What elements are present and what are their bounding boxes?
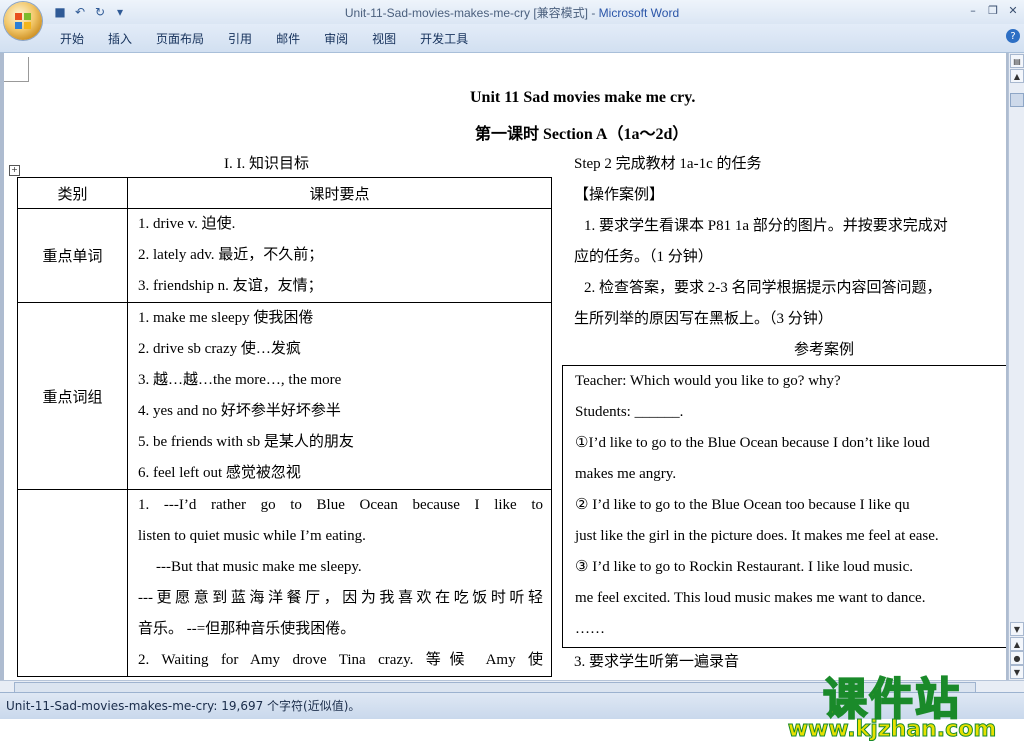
ruler-toggle-icon[interactable]: ▤ (1010, 54, 1024, 68)
row-points: 1. make me sleepy 使我困倦 2. drive sb crazy… (127, 302, 552, 490)
tab-home[interactable]: 开始 (50, 30, 94, 47)
list-item: 5. be friends with sb 是某人的朋友 (138, 434, 354, 450)
knowledge-table: 类别 课时要点 重点单词 1. drive v. 迫使. 2. lately a… (17, 177, 552, 677)
list-item: 2. Waiting for Amy drove Tina crazy. 等候 … (138, 652, 543, 668)
row-points: 1. drive v. 迫使. 2. lately adv. 最近，不久前； 3… (127, 208, 552, 303)
header-points: 课时要点 (127, 177, 552, 209)
step-line: 1. 要求学生看课本 P81 1a 部分的图片。并按要求完成对 (584, 218, 948, 234)
help-icon[interactable]: ? (1006, 29, 1020, 43)
vertical-scrollbar[interactable]: ▤ ▲ ▼ ▲ ● ▼ (1008, 53, 1024, 680)
dialogue-line: me feel excited. This loud music makes m… (575, 590, 926, 606)
step2-heading: Step 2 完成教材 1a-1c 的任务 (574, 156, 762, 172)
status-text: Unit-11-Sad-movies-makes-me-cry: 19,697 … (6, 699, 361, 713)
list-item: 1. make me sleepy 使我困倦 (138, 310, 314, 326)
list-item: ---But that music make me sleepy. (156, 559, 362, 575)
list-item: 3. friendship n. 友谊，友情； (138, 278, 323, 294)
list-item: 1. drive v. 迫使. (138, 216, 236, 232)
row-points: 1. ---I’d rather go to Blue Ocean becaus… (127, 489, 552, 677)
restore-icon[interactable]: ❐ (986, 2, 1000, 18)
list-item: 3. 越…越…the more…, the more (138, 372, 342, 388)
document-workspace: Unit 11 Sad movies make me cry. 第一课时 Sec… (0, 53, 1024, 743)
dialogue-line: ①I’d like to go to the Blue Ocean becaus… (575, 435, 930, 451)
step-line: 3. 要求学生听第一遍录音 (574, 654, 740, 670)
case-heading: 【操作案例】 (574, 187, 665, 203)
watermark: 课件站 www.kjzhan.com (772, 663, 1012, 745)
step-line: 生所列举的原因写在黑板上。（3 分钟） (574, 311, 833, 327)
scroll-down-icon[interactable]: ▼ (1010, 622, 1024, 636)
document-page[interactable]: Unit 11 Sad movies make me cry. 第一课时 Sec… (4, 53, 1006, 680)
list-item: 音乐。 --=但那种音乐使我困倦。 (138, 621, 356, 637)
dialogue-line: Teacher: Which would you like to go? why… (575, 373, 841, 389)
minimize-icon[interactable]: – (966, 2, 980, 18)
lesson-steps: Step 2 完成教材 1a-1c 的任务 【操作案例】 1. 要求学生看课本 … (574, 149, 1006, 366)
dialogue-line: makes me angry. (575, 466, 677, 482)
scroll-up-icon[interactable]: ▲ (1010, 69, 1024, 83)
list-item: listen to quiet music while I’m eating. (138, 528, 366, 544)
dialogue-line: just like the girl in the picture does. … (575, 528, 939, 544)
watermark-url: www.kjzhan.com (787, 717, 997, 743)
tab-insert[interactable]: 插入 (98, 30, 142, 47)
row-category (17, 489, 128, 677)
knowledge-heading: I. I. 知识目标 (224, 156, 309, 172)
list-item: 4. yes and no 好坏参半好坏参半 (138, 403, 341, 419)
tab-page-layout[interactable]: 页面布局 (146, 30, 214, 47)
window-title: Unit-11-Sad-movies-makes-me-cry [兼容模式] -… (344, 6, 680, 20)
next-page-icon[interactable]: ▼ (1010, 665, 1024, 679)
ribbon: 开始 插入 页面布局 引用 邮件 审阅 视图 开发工具 ? (0, 24, 1024, 53)
step-line: 应的任务。（1 分钟） (574, 249, 713, 265)
tab-references[interactable]: 引用 (218, 30, 262, 47)
document-subtitle: 第一课时 Section A（1a～2d） (475, 126, 689, 143)
step-line: 2. 检查答案，要求 2-3 名同学根据提示内容回答问题， (584, 280, 942, 296)
list-item: 2. lately adv. 最近，不久前； (138, 247, 324, 263)
office-button[interactable] (4, 2, 42, 40)
list-item: 2. drive sb crazy 使…发疯 (138, 341, 301, 357)
list-item: 1. ---I’d rather go to Blue Ocean becaus… (138, 497, 543, 513)
document-title: Unit 11 Sad movies make me cry. (470, 89, 696, 106)
row-category: 重点单词 (17, 208, 128, 303)
tab-developer[interactable]: 开发工具 (410, 30, 478, 47)
table-row: 重点词组 1. make me sleepy 使我困倦 2. drive sb … (17, 302, 552, 490)
reference-heading: 参考案例 (794, 342, 855, 358)
dialogue-line: Students: ______. (575, 404, 684, 420)
row-category: 重点词组 (17, 302, 128, 490)
list-item: ---更愿意到蓝海洋餐厅，因为我喜欢在吃饭时听轻 (138, 590, 543, 606)
table-header-row: 类别 课时要点 (17, 177, 552, 209)
title-bar: ■ ↶ ↻ ▾ Unit-11-Sad-movies-makes-me-cry … (0, 0, 1024, 24)
tab-review[interactable]: 审阅 (314, 30, 358, 47)
previous-page-icon[interactable]: ▲ (1010, 637, 1024, 651)
tab-view[interactable]: 视图 (362, 30, 406, 47)
tab-mailings[interactable]: 邮件 (266, 30, 310, 47)
browse-object-icon[interactable]: ● (1010, 651, 1024, 665)
table-row: 1. ---I’d rather go to Blue Ocean becaus… (17, 489, 552, 677)
close-icon[interactable]: ✕ (1006, 2, 1020, 18)
vertical-scroll-thumb[interactable] (1010, 93, 1024, 107)
reference-case-box: Teacher: Which would you like to go? why… (562, 365, 1006, 648)
margin-corner (4, 57, 29, 82)
header-category: 类别 (17, 177, 128, 209)
table-move-handle-icon[interactable]: + (9, 165, 20, 176)
table-row: 重点单词 1. drive v. 迫使. 2. lately adv. 最近，不… (17, 208, 552, 303)
office-logo-icon (15, 13, 31, 29)
dialogue-line: ② I’d like to go to the Blue Ocean too b… (575, 497, 910, 513)
dialogue-line: ③ I’d like to go to Rockin Restaurant. I… (575, 559, 913, 575)
list-item: 6. feel left out 感觉被忽视 (138, 465, 301, 481)
dialogue-line: …… (575, 621, 605, 637)
